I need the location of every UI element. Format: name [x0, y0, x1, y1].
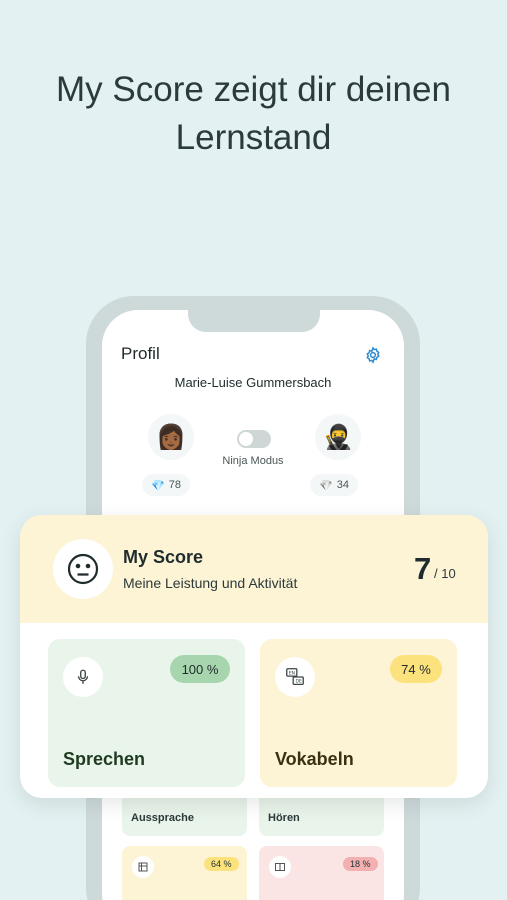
headline-line-2: Lernstand: [175, 118, 332, 157]
avatar-left[interactable]: 👩🏾: [148, 414, 194, 460]
gem-counter-left: 💎 78: [142, 474, 190, 496]
my-score-title: My Score: [123, 547, 204, 567]
tile-vokabeln-percent: 74 %: [390, 655, 442, 683]
neutral-face-icon: [53, 539, 113, 599]
my-score-card[interactable]: My Score Meine Leistung und Aktivität 7 …: [20, 515, 488, 798]
microphone-icon: [63, 657, 103, 697]
diamond-gray-icon: 💎: [319, 479, 333, 492]
tile-sprechen[interactable]: 100 % Sprechen: [48, 639, 245, 787]
profile-title: Profil: [121, 344, 160, 363]
tile-hoeren-label: Hören: [268, 812, 300, 824]
profile-username: Marie-Luise Gummersbach: [174, 375, 332, 390]
tile-aussprache-label: Aussprache: [131, 812, 194, 824]
tile-lesen[interactable]: 64 %: [122, 846, 247, 900]
my-score-header: My Score Meine Leistung und Aktivität 7 …: [20, 515, 488, 623]
grammar-icon: [269, 856, 291, 878]
gem-count-right: 34: [336, 479, 349, 491]
score-value: 7: [414, 551, 432, 586]
ninja-mode-label: Ninja Modus: [222, 455, 284, 467]
my-score-subtitle: Meine Leistung und Aktivität: [123, 575, 298, 591]
translate-cards-icon: EN DE: [275, 657, 315, 697]
svg-text:DE: DE: [295, 679, 302, 685]
tile-vokabeln-label: Vokabeln: [275, 749, 354, 769]
svg-text:EN: EN: [289, 670, 295, 676]
ninja-mode-toggle[interactable]: [237, 430, 271, 448]
toggle-knob: [239, 432, 253, 446]
score-denominator: / 10: [434, 566, 456, 581]
tile-vokabeln[interactable]: EN DE 74 % Vokabeln: [260, 639, 457, 787]
gem-count-left: 78: [168, 479, 181, 491]
avatar-ninja[interactable]: 🥷: [315, 414, 361, 460]
gear-icon[interactable]: [364, 346, 382, 364]
tile-sprechen-label: Sprechen: [63, 749, 146, 769]
phone-notch: [188, 310, 320, 332]
headline: My Score zeigt dir deinen Lernstand: [0, 66, 507, 162]
headline-line-1: My Score zeigt dir deinen: [56, 70, 451, 109]
book-icon: [132, 856, 154, 878]
tile-schreiben-percent: 18 %: [343, 857, 378, 871]
diamond-icon: 💎: [151, 479, 165, 492]
tile-lesen-percent: 64 %: [204, 857, 239, 871]
gem-counter-right: 💎 34: [310, 474, 358, 496]
tile-schreiben[interactable]: 18 %: [259, 846, 384, 900]
tile-sprechen-percent: 100 %: [170, 655, 230, 683]
